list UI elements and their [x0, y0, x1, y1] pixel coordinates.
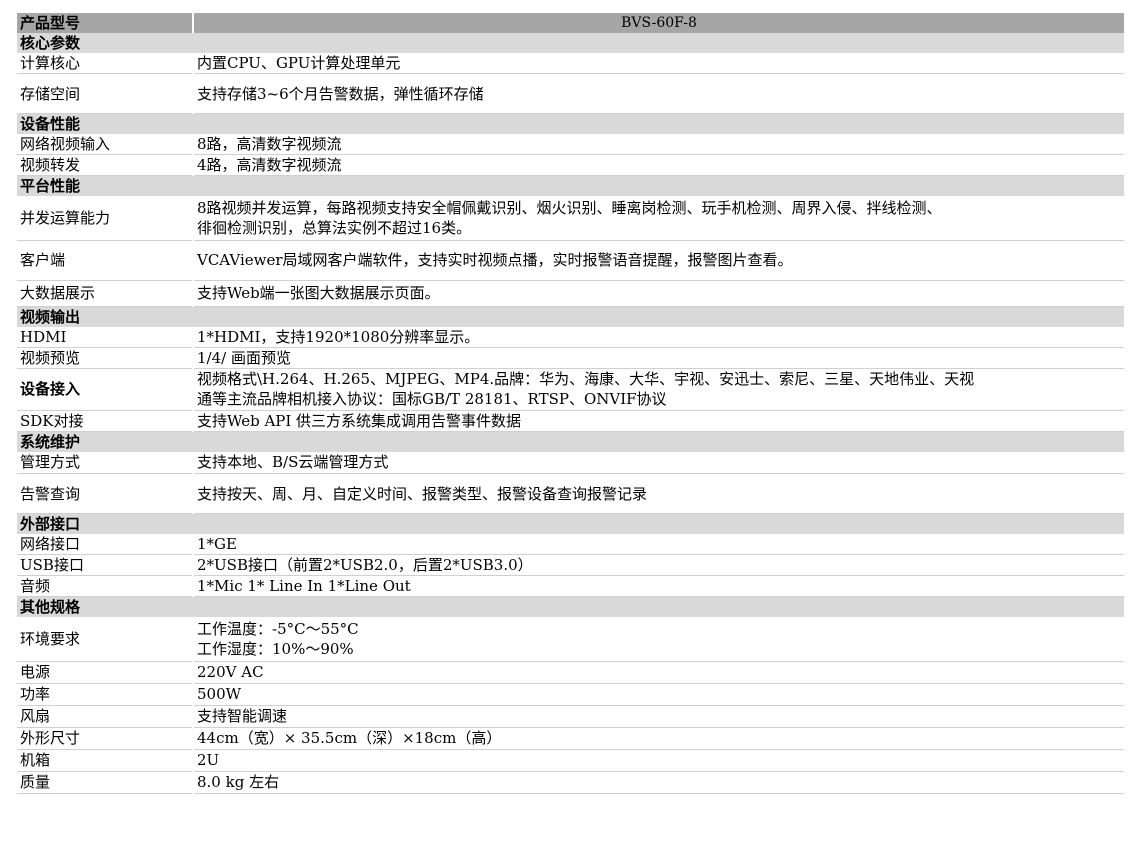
section-title: 设备性能: [17, 113, 1124, 134]
spec-row: 外形尺寸 44cm（宽）× 35.5cm（深）×18cm（高）: [17, 727, 1124, 750]
spec-key: 机箱: [17, 749, 193, 772]
spec-row: 机箱 2U: [17, 749, 1124, 772]
section-other: 其他规格: [17, 596, 1124, 617]
spec-key: HDMI: [17, 326, 193, 348]
spec-value: 支持本地、B/S云端管理方式: [192, 451, 1124, 474]
spec-key: 网络接口: [17, 534, 193, 555]
spec-key: 风扇: [17, 705, 193, 728]
spec-key: 管理方式: [17, 451, 193, 474]
section-title: 核心参数: [17, 33, 1124, 53]
spec-value: 1/4/ 画面预览: [192, 347, 1124, 369]
spec-key: 音频: [17, 575, 193, 597]
model-value: BVS-60F-8: [192, 13, 1124, 33]
spec-key: 存储空间: [17, 73, 193, 114]
spec-row: 客户端 VCAViewer局域网客户端软件，支持实时视频点播，实时报警语音提醒，…: [17, 240, 1124, 281]
spec-key: 视频预览: [17, 347, 193, 369]
section-title: 其他规格: [17, 596, 1124, 617]
spec-value: 支持智能调速: [192, 705, 1124, 728]
spec-value: 8路视频并发运算，每路视频支持安全帽佩戴识别、烟火识别、睡离岗检测、玩手机检测、…: [192, 196, 1124, 241]
section-title: 视频输出: [17, 306, 1124, 327]
section-video-output: 视频输出: [17, 306, 1124, 327]
spec-key: 环境要求: [17, 617, 193, 662]
spec-value: 500W: [192, 683, 1124, 706]
spec-value: 220V AC: [192, 661, 1124, 684]
spec-value: 支持存储3~6个月告警数据，弹性循环存储: [192, 73, 1124, 114]
spec-value: 工作温度：-5°C～55°C 工作湿度：10%～90%: [192, 617, 1124, 662]
spec-value: 1*Mic 1* Line In 1*Line Out: [192, 575, 1124, 597]
section-interfaces: 外部接口: [17, 513, 1124, 534]
spec-row: 大数据展示 支持Web端一张图大数据展示页面。: [17, 280, 1124, 307]
spec-value: 2U: [192, 749, 1124, 772]
spec-key: 功率: [17, 683, 193, 706]
spec-value: 8.0 kg 左右: [192, 771, 1124, 794]
spec-key: 计算核心: [17, 53, 193, 74]
spec-value-line: 徘徊检测识别，总算法实例不超过16类。: [197, 218, 472, 237]
spec-key: USB接口: [17, 554, 193, 576]
spec-row: 存储空间 支持存储3~6个月告警数据，弹性循环存储: [17, 73, 1124, 114]
spec-row: SDK对接 支持Web API 供三方系统集成调用告警事件数据: [17, 410, 1124, 432]
section-title: 系统维护: [17, 431, 1124, 452]
spec-key: 外形尺寸: [17, 727, 193, 750]
spec-value: 支持按天、周、月、自定义时间、报警类型、报警设备查询报警记录: [192, 473, 1124, 514]
spec-value: 视频格式\H.264、H.265、MJPEG、MP4.品牌：华为、海康、大华、宇…: [192, 368, 1124, 411]
section-maintenance: 系统维护: [17, 431, 1124, 452]
spec-row: 计算核心 内置CPU、GPU计算处理单元: [17, 53, 1124, 74]
spec-key: 视频转发: [17, 154, 193, 176]
spec-value: 内置CPU、GPU计算处理单元: [192, 53, 1124, 74]
spec-row: 质量 8.0 kg 左右: [17, 771, 1124, 794]
spec-value: 支持Web API 供三方系统集成调用告警事件数据: [192, 410, 1124, 432]
spec-key: 大数据展示: [17, 280, 193, 307]
spec-row: 管理方式 支持本地、B/S云端管理方式: [17, 451, 1124, 474]
spec-value-line: 8路视频并发运算，每路视频支持安全帽佩戴识别、烟火识别、睡离岗检测、玩手机检测、…: [197, 198, 942, 217]
spec-row: 网络接口 1*GE: [17, 534, 1124, 555]
spec-key: 质量: [17, 771, 193, 794]
spec-row: 网络视频输入 8路，高清数字视频流: [17, 134, 1124, 155]
model-label: 产品型号: [17, 13, 193, 33]
spec-value-line: 视频格式\H.264、H.265、MJPEG、MP4.品牌：华为、海康、大华、宇…: [197, 370, 975, 388]
spec-key: 设备接入: [17, 368, 193, 411]
spec-row: 设备接入 视频格式\H.264、H.265、MJPEG、MP4.品牌：华为、海康…: [17, 368, 1124, 411]
section-platform: 平台性能: [17, 175, 1124, 196]
spec-value: 44cm（宽）× 35.5cm（深）×18cm（高）: [192, 727, 1124, 750]
spec-value: 4路，高清数字视频流: [192, 154, 1124, 176]
spec-key: 客户端: [17, 240, 193, 281]
spec-row: 环境要求 工作温度：-5°C～55°C 工作湿度：10%～90%: [17, 617, 1124, 662]
spec-row: USB接口 2*USB接口（前置2*USB2.0，后置2*USB3.0）: [17, 554, 1124, 576]
spec-key: SDK对接: [17, 410, 193, 432]
section-core: 核心参数: [17, 33, 1124, 53]
spec-row: 并发运算能力 8路视频并发运算，每路视频支持安全帽佩戴识别、烟火识别、睡离岗检测…: [17, 196, 1124, 241]
spec-row: 视频预览 1/4/ 画面预览: [17, 347, 1124, 369]
spec-key: 电源: [17, 661, 193, 684]
spec-row: 风扇 支持智能调速: [17, 705, 1124, 728]
spec-key: 并发运算能力: [17, 196, 193, 241]
spec-value-line: 工作湿度：10%～90%: [197, 639, 354, 658]
spec-row: HDMI 1*HDMI，支持1920*1080分辨率显示。: [17, 326, 1124, 348]
spec-value-line: 通等主流品牌相机接入协议：国标GB/T 28181、RTSP、ONVIF协议: [197, 390, 667, 408]
section-title: 外部接口: [17, 513, 1124, 534]
spec-value-line: 工作温度：-5°C～55°C: [197, 619, 359, 638]
spec-value: 支持Web端一张图大数据展示页面。: [192, 280, 1124, 307]
spec-row: 音频 1*Mic 1* Line In 1*Line Out: [17, 575, 1124, 597]
section-title: 平台性能: [17, 175, 1124, 196]
spec-row: 告警查询 支持按天、周、月、自定义时间、报警类型、报警设备查询报警记录: [17, 473, 1124, 514]
spec-key: 网络视频输入: [17, 134, 193, 155]
spec-row: 功率 500W: [17, 683, 1124, 706]
spec-value: 1*HDMI，支持1920*1080分辨率显示。: [192, 326, 1124, 348]
spec-value: 8路，高清数字视频流: [192, 134, 1124, 155]
section-device: 设备性能: [17, 113, 1124, 134]
model-header-row: 产品型号 BVS-60F-8: [17, 13, 1124, 33]
spec-value: 2*USB接口（前置2*USB2.0，后置2*USB3.0）: [192, 554, 1124, 576]
spec-value: VCAViewer局域网客户端软件，支持实时视频点播，实时报警语音提醒，报警图片…: [192, 240, 1124, 281]
spec-table: 产品型号 BVS-60F-8 核心参数 计算核心 内置CPU、GPU计算处理单元…: [17, 13, 1124, 794]
spec-row: 视频转发 4路，高清数字视频流: [17, 154, 1124, 176]
spec-value: 1*GE: [192, 534, 1124, 555]
spec-key: 告警查询: [17, 473, 193, 514]
spec-row: 电源 220V AC: [17, 661, 1124, 684]
